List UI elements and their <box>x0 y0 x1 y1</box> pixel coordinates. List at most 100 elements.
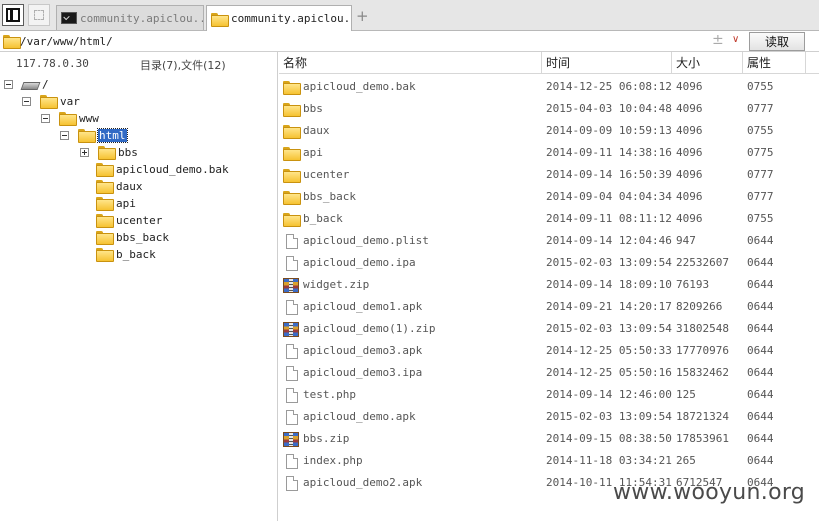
file-permissions: 0644 <box>747 388 774 401</box>
file-modified-time: 2015-04-03 10:04:48 <box>546 102 672 115</box>
file-name: bbs_back <box>303 190 356 203</box>
file-name: apicloud_demo3.ipa <box>303 366 423 379</box>
folder-icon-glyph <box>283 191 301 205</box>
folder-icon <box>78 129 96 143</box>
file-size: 4096 <box>676 212 703 225</box>
column-header-attr[interactable]: 属性 <box>743 52 806 74</box>
file-size: 4096 <box>676 102 703 115</box>
tree-node-bbs[interactable]: bbs <box>80 144 138 160</box>
file-icon-glyph <box>286 388 298 403</box>
file-row[interactable]: test.php 2014-09-14 12:46:00 125 0644 <box>279 384 806 406</box>
file-row[interactable]: bbs.zip 2014-09-15 08:38:50 17853961 0644 <box>279 428 806 450</box>
file-row[interactable]: bbs_back 2014-09-04 04:04:34 4096 0777 <box>279 186 806 208</box>
file-modified-time: 2014-09-21 14:20:17 <box>546 300 672 313</box>
file-row[interactable]: index.php 2014-11-18 03:34:21 265 0644 <box>279 450 806 472</box>
file-row[interactable]: apicloud_demo.bak 2014-12-25 06:08:12 4096… <box>279 76 806 98</box>
file-name: daux <box>303 124 330 137</box>
tree-node-www[interactable]: www <box>41 110 99 126</box>
file-row[interactable]: apicloud_demo3.ipa 2014-12-25 05:50:16 158… <box>279 362 806 384</box>
path-input[interactable] <box>20 33 700 50</box>
file-permissions: 0777 <box>747 102 774 115</box>
file-icon-glyph <box>286 454 298 469</box>
file-row[interactable]: apicloud_demo1.apk 2014-09-21 14:20:17 820… <box>279 296 806 318</box>
file-row[interactable]: apicloud_demo.apk 2015-02-03 13:09:54 1872… <box>279 406 806 428</box>
file-size: 4096 <box>676 168 703 181</box>
tab-file-manager[interactable]: community.apiclou... <box>206 5 352 31</box>
column-header-name[interactable]: 名称 <box>279 52 542 74</box>
tree-label: www <box>79 111 99 125</box>
file-icon-glyph <box>286 234 298 249</box>
file-row[interactable]: bbs 2015-04-03 10:04:48 4096 0777 <box>279 98 806 120</box>
zip-archive-icon-glyph <box>283 278 299 293</box>
file-size: 17770976 <box>676 344 729 357</box>
file-name: bbs <box>303 102 323 115</box>
file-icon <box>283 344 299 359</box>
file-row[interactable]: b_back 2014-09-11 08:11:12 4096 0755 <box>279 208 806 230</box>
tree-node-root[interactable]: / <box>4 76 49 92</box>
tree-node-html[interactable]: html <box>60 127 128 143</box>
tree-label: daux <box>116 179 143 193</box>
file-name: apicloud_demo3.apk <box>303 344 423 357</box>
file-permissions: 0644 <box>747 410 774 423</box>
file-modified-time: 2014-09-04 04:04:34 <box>546 190 672 203</box>
file-modified-time: 2014-12-25 06:08:12 <box>546 80 672 93</box>
tree-node-apicloud-demo-bak[interactable]: apicloud_demo.bak <box>96 161 229 177</box>
column-header-time[interactable]: 时间 <box>542 52 672 74</box>
file-modified-time: 2014-12-25 05:50:33 <box>546 344 672 357</box>
file-row[interactable]: api 2014-09-11 14:38:16 4096 0775 <box>279 142 806 164</box>
tree-label: api <box>116 196 136 210</box>
tree-node-api[interactable]: api <box>96 195 136 211</box>
column-header-size[interactable]: 大小 <box>672 52 743 74</box>
new-window-button[interactable] <box>28 4 50 26</box>
tree-node-ucenter[interactable]: ucenter <box>96 212 162 228</box>
file-permissions: 0755 <box>747 212 774 225</box>
file-list-pane: 名称 时间 大小 属性 apicloud_demo.bak 2014-12-25 … <box>279 52 819 521</box>
file-permissions: 0644 <box>747 322 774 335</box>
file-icon <box>283 410 299 425</box>
tree-node-var[interactable]: var <box>22 93 80 109</box>
directory-tree-pane: 117.78.0.30 目录(7),文件(12) / var www html … <box>0 52 278 521</box>
file-name: widget.zip <box>303 278 370 291</box>
folder-icon <box>283 190 301 205</box>
file-size: 125 <box>676 388 696 401</box>
add-tab-button[interactable]: + <box>356 7 369 25</box>
tree-node-bbs-back[interactable]: bbs_back <box>96 229 169 245</box>
collapse-toggle[interactable] <box>22 96 31 106</box>
tree-node-daux[interactable]: daux <box>96 178 143 194</box>
file-size: 18721324 <box>676 410 729 423</box>
collapse-toggle[interactable] <box>60 130 69 140</box>
expand-toggle[interactable] <box>80 147 89 157</box>
file-permissions: 0644 <box>747 234 774 247</box>
read-button[interactable]: 读取 <box>749 32 805 51</box>
folder-icon <box>96 248 114 262</box>
file-row[interactable]: widget.zip 2014-09-14 18:09:10 76193 0644 <box>279 274 806 296</box>
panel-toggle-button[interactable] <box>2 4 24 26</box>
collapse-toggle[interactable] <box>4 79 13 89</box>
file-permissions: 0644 <box>747 300 774 313</box>
file-name: ucenter <box>303 168 350 181</box>
file-row[interactable]: apicloud_demo3.apk 2014-12-25 05:50:33 177… <box>279 340 806 362</box>
file-size: 947 <box>676 234 696 247</box>
file-row[interactable]: ucenter 2014-09-14 16:50:39 4096 0777 <box>279 164 806 186</box>
file-icon <box>283 388 299 403</box>
folder-icon <box>40 95 58 109</box>
file-row[interactable]: apicloud_demo(1).zip 2015-02-03 13:09:54 3… <box>279 318 806 340</box>
file-modified-time: 2014-09-14 12:46:00 <box>546 388 672 401</box>
collapse-toggle[interactable] <box>41 113 50 123</box>
tree-node-b-back[interactable]: b_back <box>96 246 156 262</box>
file-row[interactable]: apicloud_demo.ipa 2015-02-03 13:09:54 2253… <box>279 252 806 274</box>
folder-icon <box>283 168 301 183</box>
file-permissions: 0755 <box>747 124 774 137</box>
file-permissions: 0777 <box>747 168 774 181</box>
file-row[interactable]: daux 2014-09-09 10:59:13 4096 0755 <box>279 120 806 142</box>
zip-archive-icon <box>283 278 299 293</box>
folder-icon <box>96 163 114 177</box>
file-modified-time: 2014-12-25 05:50:16 <box>546 366 672 379</box>
dir-file-count: 目录(7),文件(12) <box>140 59 226 72</box>
file-row[interactable]: apicloud_demo.plist 2014-09-14 12:04:46 94… <box>279 230 806 252</box>
bookmark-toggle-button[interactable]: ± <box>712 32 724 48</box>
file-icon <box>283 476 299 491</box>
tab-terminal[interactable]: community.apiclou... <box>56 5 204 30</box>
file-icon <box>283 366 299 381</box>
path-dropdown-button[interactable]: ∨ <box>732 34 739 45</box>
